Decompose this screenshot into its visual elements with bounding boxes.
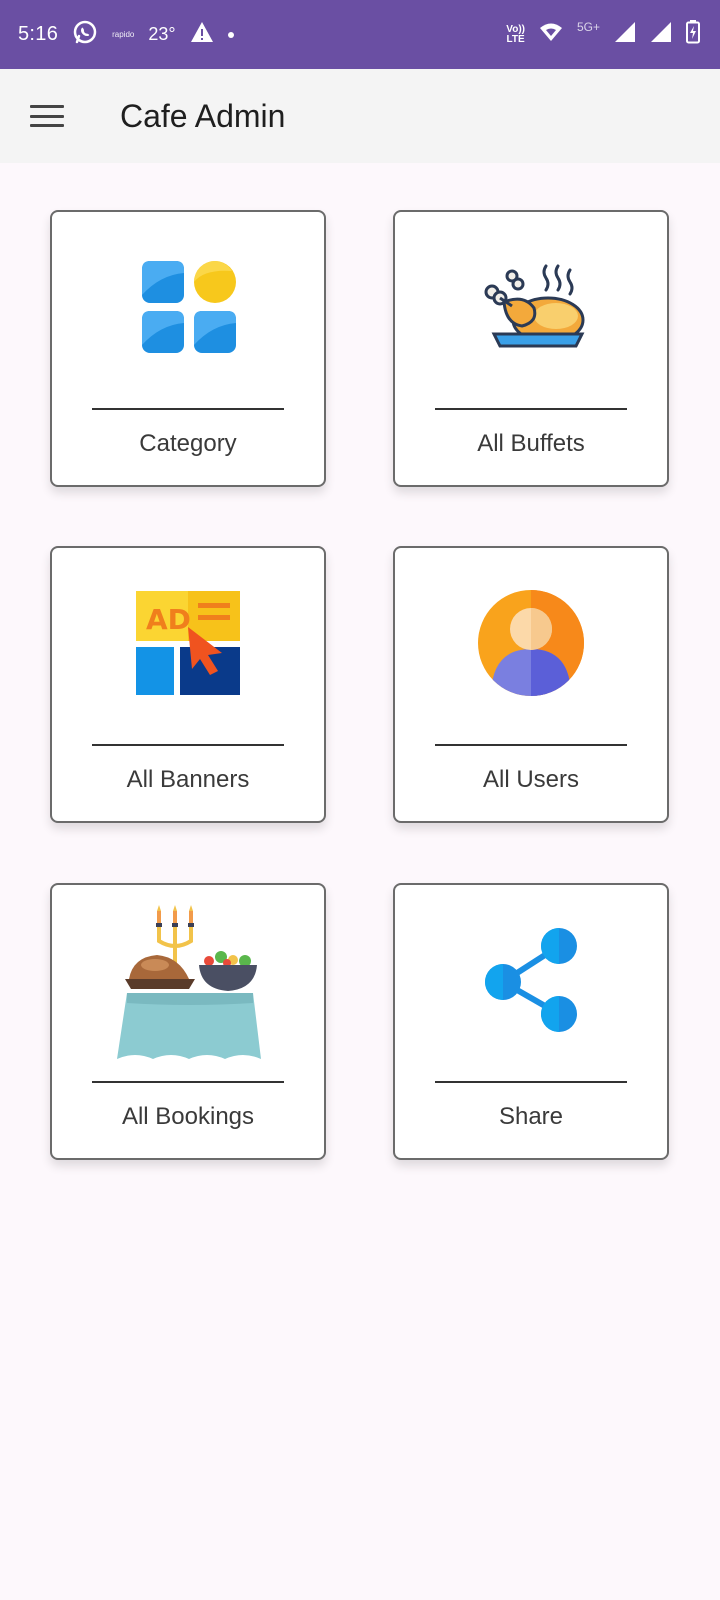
category-card[interactable]: Category bbox=[50, 210, 326, 487]
card-divider bbox=[92, 744, 284, 746]
share-card[interactable]: Share bbox=[393, 883, 669, 1160]
network-type-label: 5G+ bbox=[576, 19, 600, 34]
status-right: Vo)) LTE 5G+ bbox=[506, 20, 700, 49]
roast-chicken-icon bbox=[395, 212, 667, 402]
card-label: Share bbox=[498, 1103, 564, 1130]
share-icon bbox=[395, 885, 667, 1075]
status-app-text: rapido bbox=[112, 30, 135, 39]
notification-dot-icon bbox=[227, 31, 234, 38]
all-banners-card[interactable]: AD All Banners bbox=[50, 546, 326, 823]
buffet-table-icon bbox=[52, 885, 324, 1075]
card-divider bbox=[435, 1081, 627, 1083]
hamburger-menu-icon[interactable] bbox=[30, 105, 64, 127]
card-label: All Bookings bbox=[121, 1103, 255, 1130]
status-temperature: 23° bbox=[148, 24, 176, 44]
card-label: All Buffets bbox=[477, 430, 585, 457]
page-title: Cafe Admin bbox=[120, 97, 286, 134]
signal-icon-2 bbox=[650, 21, 672, 48]
user-avatar-icon bbox=[395, 548, 667, 738]
category-grid-icon bbox=[52, 212, 324, 402]
svg-text:AD: AD bbox=[146, 603, 191, 636]
card-divider bbox=[435, 408, 627, 410]
app-bar: Cafe Admin bbox=[0, 69, 720, 163]
status-time: 5:16 bbox=[18, 23, 59, 45]
status-left: 5:16 rapido 23° bbox=[18, 19, 234, 50]
warning-icon bbox=[190, 21, 214, 48]
card-label: All Banners bbox=[126, 766, 250, 793]
whatsapp-icon bbox=[72, 19, 98, 50]
signal-icon bbox=[614, 21, 636, 48]
card-divider bbox=[435, 744, 627, 746]
all-users-card[interactable]: All Users bbox=[393, 546, 669, 823]
battery-icon bbox=[686, 20, 700, 49]
volte-bottom: LTE bbox=[506, 33, 525, 45]
status-bar: 5:16 rapido 23° Vo)) LTE 5G+ bbox=[0, 0, 720, 69]
card-divider bbox=[92, 408, 284, 410]
ad-banner-icon: AD bbox=[52, 548, 324, 738]
card-label: All Users bbox=[482, 766, 579, 793]
card-label: Category bbox=[139, 430, 237, 457]
volte-icon: Vo)) LTE bbox=[506, 24, 525, 45]
card-divider bbox=[92, 1081, 284, 1083]
wifi-icon bbox=[539, 22, 563, 47]
all-bookings-card[interactable]: All Bookings bbox=[50, 883, 326, 1160]
all-buffets-card[interactable]: All Buffets bbox=[393, 210, 669, 487]
